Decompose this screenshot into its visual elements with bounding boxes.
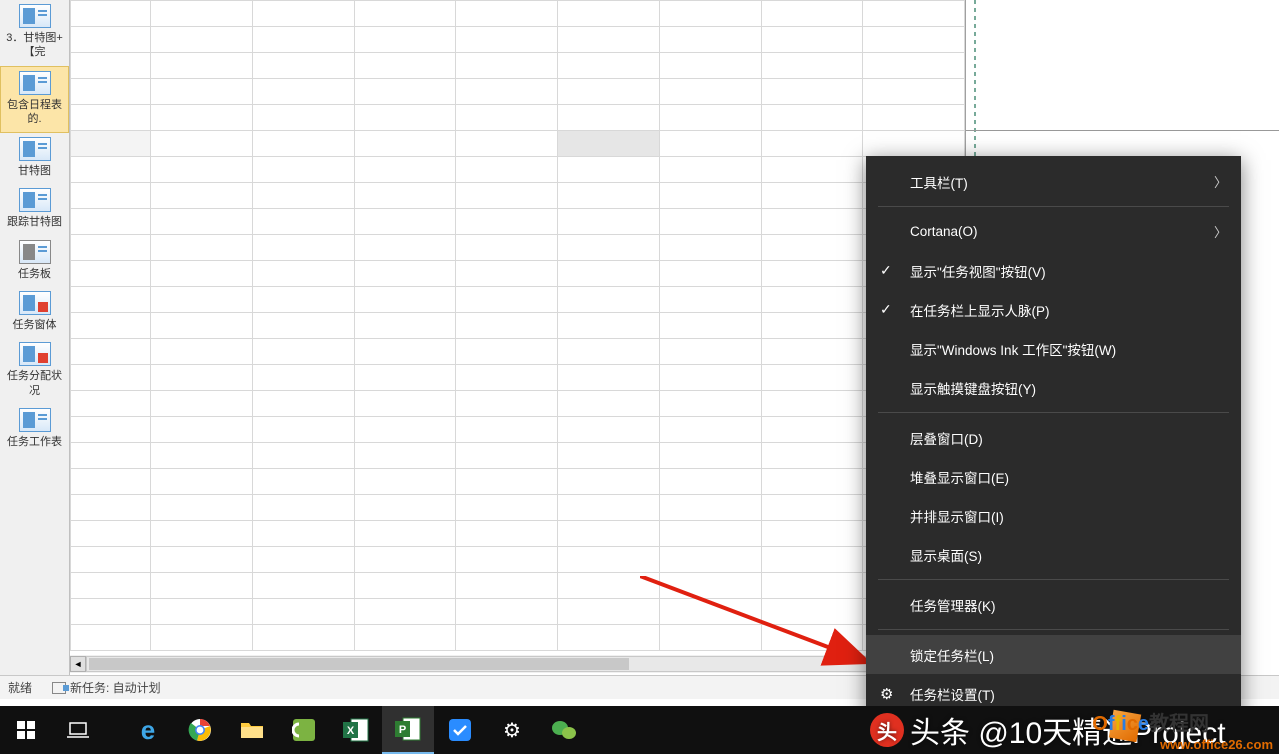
menu-label: 显示桌面(S) [910,545,982,565]
menu-label: 并排显示窗口(I) [910,506,1004,526]
excel-button[interactable]: X [330,706,382,754]
menu-item-cascade[interactable]: 层叠窗口(D) [866,418,1241,457]
folder-icon [240,720,264,740]
chevron-right-icon: 〉 [1214,222,1227,241]
view-sidebar: 3．甘特图+【完 包含日程表的. 甘特图 跟踪甘特图 任务板 任务窗体 任务分配… [0,0,70,675]
menu-separator [878,412,1229,413]
sheet-table [70,0,965,651]
camtasia-button[interactable] [278,706,330,754]
form-icon [19,291,51,315]
menu-item-show-touch-keyboard[interactable]: 显示触摸键盘按钮(Y) [866,368,1241,407]
view-item-gantt-with-timeline[interactable]: 包含日程表的. [0,66,69,134]
view-item-task-board[interactable]: 任务板 [0,236,69,287]
newtask-icon [52,682,66,694]
chrome-button[interactable] [174,706,226,754]
view-label: 任务窗体 [13,318,57,332]
menu-separator [878,629,1229,630]
menu-label: 锁定任务栏(L) [910,645,994,665]
gantt-icon [19,4,51,28]
project-icon: P [395,717,421,741]
settings-button[interactable]: ⚙ [486,706,538,754]
status-ready: 就绪 [8,679,32,696]
edge-icon: e [141,715,155,746]
menu-label: 工具栏(T) [910,172,968,192]
explorer-button[interactable] [226,706,278,754]
view-item-tracking-gantt[interactable]: 跟踪甘特图 [0,184,69,235]
menu-separator [878,206,1229,207]
menu-item-show-desktop[interactable]: 显示桌面(S) [866,535,1241,574]
menu-label: 在任务栏上显示人脉(P) [910,300,1050,320]
wechat-icon [551,719,577,741]
gantt-icon [19,71,51,95]
blue-app-button[interactable] [434,706,486,754]
app-icon [449,719,471,741]
start-button[interactable] [0,706,52,754]
menu-item-stack[interactable]: 堆叠显示窗口(E) [866,457,1241,496]
windows-icon [17,721,35,739]
check-icon: ✓ [880,301,892,318]
board-icon [19,240,51,264]
camtasia-icon [292,718,316,742]
menu-label: Cortana(O) [910,224,978,239]
view-label: 跟踪甘特图 [7,215,62,229]
pane-split [966,130,1279,131]
status-new-task-label: 新任务: 自动计划 [70,679,161,696]
scroll-thumb[interactable] [89,658,629,670]
chevron-right-icon: 〉 [1214,172,1227,191]
chrome-icon [188,718,212,742]
gantt-icon [19,188,51,212]
watermark-office-logo: Office教程网 [1092,707,1209,736]
gear-icon: ⚙ [880,685,893,703]
taskview-icon [67,722,89,738]
menu-label: 任务栏设置(T) [910,684,995,704]
horizontal-scrollbar[interactable]: ◄ ► [70,655,965,673]
usage-icon [19,342,51,366]
view-label: 包含日程表的. [3,98,66,127]
view-label: 任务板 [18,267,51,281]
selected-cell[interactable] [558,131,660,157]
menu-item-cortana[interactable]: Cortana(O) 〉 [866,212,1241,251]
menu-separator [878,579,1229,580]
menu-label: 层叠窗口(D) [910,428,983,448]
scroll-left-button[interactable]: ◄ [70,656,86,672]
menu-label: 任务管理器(K) [910,595,996,615]
status-new-task: 新任务: 自动计划 [52,679,161,696]
menu-item-task-manager[interactable]: 任务管理器(K) [866,585,1241,624]
scroll-track[interactable] [86,656,949,672]
view-label: 甘特图 [18,164,51,178]
menu-item-side-by-side[interactable]: 并排显示窗口(I) [866,496,1241,535]
view-label: 3．甘特图+【完 [2,31,67,60]
view-label: 任务工作表 [7,435,62,449]
menu-item-toolbars[interactable]: 工具栏(T) 〉 [866,162,1241,201]
menu-label: 显示"Windows Ink 工作区"按钮(W) [910,339,1116,359]
gear-icon: ⚙ [503,718,521,743]
project-button[interactable]: P [382,706,434,754]
menu-label: 显示"任务视图"按钮(V) [910,261,1046,281]
view-item-gantt-complete[interactable]: 3．甘特图+【完 [0,0,69,66]
taskbar-context-menu: 工具栏(T) 〉 Cortana(O) 〉 ✓ 显示"任务视图"按钮(V) ✓ … [866,156,1241,719]
view-item-task-sheet[interactable]: 任务工作表 [0,404,69,455]
menu-item-show-ink[interactable]: 显示"Windows Ink 工作区"按钮(W) [866,329,1241,368]
sheet-icon [19,408,51,432]
windows-taskbar[interactable]: e X P [0,706,1279,754]
view-label: 任务分配状况 [2,369,67,398]
menu-label: 显示触摸键盘按钮(Y) [910,378,1036,398]
menu-item-lock-taskbar[interactable]: 锁定任务栏(L) [866,635,1241,674]
view-item-task-usage[interactable]: 任务分配状况 [0,338,69,404]
task-grid[interactable] [70,0,965,655]
taskview-button[interactable] [52,706,104,754]
gantt-icon [19,137,51,161]
view-item-task-form[interactable]: 任务窗体 [0,287,69,338]
edge-button[interactable]: e [122,706,174,754]
check-icon: ✓ [880,262,892,279]
menu-label: 堆叠显示窗口(E) [910,467,1009,487]
svg-text:P: P [399,724,406,736]
menu-item-show-taskview[interactable]: ✓ 显示"任务视图"按钮(V) [866,251,1241,290]
wechat-button[interactable] [538,706,590,754]
menu-item-show-people[interactable]: ✓ 在任务栏上显示人脉(P) [866,290,1241,329]
excel-icon: X [343,718,369,742]
svg-text:X: X [347,725,355,737]
view-item-gantt[interactable]: 甘特图 [0,133,69,184]
